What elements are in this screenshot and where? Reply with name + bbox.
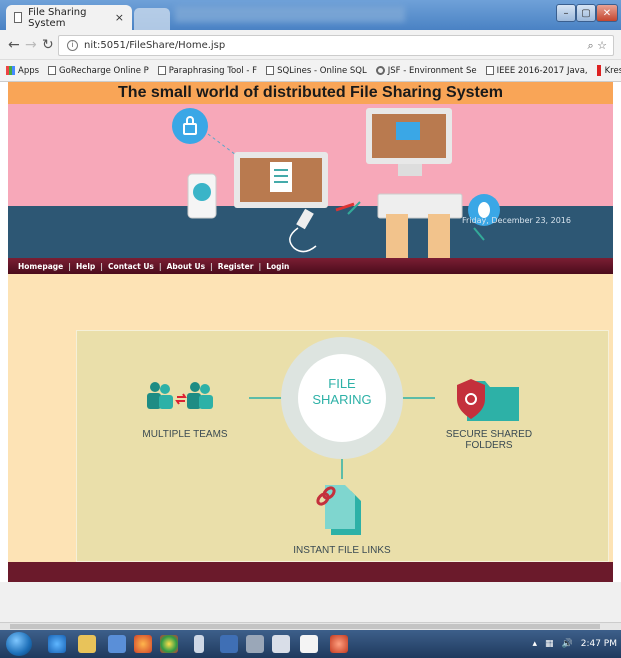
browser-tab[interactable]: File Sharing System ×: [6, 5, 132, 30]
bookmark-paraphrasing[interactable]: Paraphrasing Tool - F: [157, 66, 257, 76]
krest-icon: [596, 65, 601, 76]
page-icon: [157, 66, 166, 75]
horizontal-scrollbar[interactable]: [0, 622, 621, 630]
feature-multiple-teams: MULTIPLE TEAMS: [142, 429, 228, 440]
bookmark-ieee[interactable]: IEEE 2016-2017 Java,: [485, 66, 588, 76]
chrome-icon[interactable]: [160, 635, 178, 653]
bookmarks-bar: Apps GoRecharge Online P Paraphrasing To…: [0, 60, 621, 82]
file-link-icon: [316, 485, 361, 535]
site-nav-menu: Homepage | Help | Contact Us | About Us | Re…: [8, 258, 613, 274]
browser-tab-strip: File Sharing System × – ▢ ✕: [0, 0, 621, 30]
bookmark-sqlines[interactable]: SQLines - Online SQL: [266, 66, 367, 76]
nav-help[interactable]: Help: [76, 262, 95, 271]
windows-taskbar: ▴ ▦ 🔊 2:47 PM: [0, 630, 621, 658]
tray-arrow-icon[interactable]: ▴: [532, 639, 537, 649]
page-icon: [266, 66, 275, 75]
nav-login[interactable]: Login: [266, 262, 289, 271]
jsf-icon: [375, 66, 385, 75]
app-icon-4[interactable]: [272, 635, 290, 653]
app-icon-3[interactable]: [246, 635, 264, 653]
bookmark-gorecharge[interactable]: GoRecharge Online P: [48, 66, 149, 76]
url-field[interactable]: i nit:5051/FileShare/Home.jsp ⌕ ☆: [58, 35, 614, 56]
nav-separator: |: [100, 261, 104, 271]
network-icon[interactable]: ▦: [545, 639, 554, 649]
nav-separator: |: [158, 261, 162, 271]
screen: File Sharing System × – ▢ ✕ ← → ↻ i nit:…: [0, 0, 621, 658]
banner-date: Friday, December 23, 2016: [462, 216, 571, 225]
explorer-icon[interactable]: [78, 635, 96, 653]
nav-separator: |: [68, 261, 71, 271]
bookmark-jsf[interactable]: JSF - Environment Se: [375, 66, 477, 76]
page-icon: [48, 66, 57, 75]
nav-about-us[interactable]: About Us: [167, 262, 205, 271]
scrollbar-thumb[interactable]: [10, 624, 600, 629]
tab-title: File Sharing System: [28, 6, 87, 29]
address-bar-row: ← → ↻ i nit:5051/FileShare/Home.jsp ⌕ ☆: [0, 30, 621, 60]
ie-icon[interactable]: [48, 635, 66, 653]
back-arrow-icon[interactable]: ←: [8, 37, 20, 53]
nav-separator: |: [210, 261, 213, 271]
reload-icon[interactable]: ↻: [42, 37, 54, 53]
browser-blank-area: [0, 582, 621, 622]
forward-arrow-icon[interactable]: →: [25, 37, 37, 53]
system-tray: ▴ ▦ 🔊 2:47 PM: [524, 630, 621, 658]
site-footer: [8, 562, 613, 582]
nav-contact-us[interactable]: Contact Us: [108, 262, 154, 271]
feature-secure-shared-folders: SECURE SHARED FOLDERS: [445, 429, 533, 451]
media-icon[interactable]: [108, 635, 126, 653]
nav-register[interactable]: Register: [218, 262, 254, 271]
banner-illustration: Friday, December 23, 2016: [8, 104, 613, 258]
zoom-and-star-icons[interactable]: ⌕ ☆: [587, 39, 607, 53]
nav-separator: |: [258, 261, 262, 271]
banner-graphics: [172, 108, 500, 258]
app-icon[interactable]: [194, 635, 204, 653]
app-icon-5[interactable]: [330, 635, 348, 653]
feature-instant-file-links: INSTANT FILE LINKS: [293, 545, 391, 556]
close-window-button[interactable]: ✕: [596, 4, 618, 22]
tab-close-icon[interactable]: ×: [115, 11, 124, 24]
bookmark-krest[interactable]: Krest Technology | Fr: [596, 65, 621, 76]
apps-grid-icon: [6, 66, 15, 75]
firefox-icon[interactable]: [134, 635, 152, 653]
info-icon[interactable]: i: [67, 40, 78, 51]
blurred-window-title: [175, 6, 405, 22]
multiple-teams-icon: [147, 382, 213, 409]
bookmark-apps[interactable]: Apps: [6, 66, 39, 76]
site-header-title: The small world of distributed File Shar…: [8, 82, 613, 104]
notepad-icon[interactable]: [300, 635, 318, 653]
page-icon: [14, 12, 23, 23]
app-icon-2[interactable]: [220, 635, 238, 653]
feature-panel: FILE SHARING MULTIPLE TEAMS SECURE SHARE…: [76, 330, 609, 562]
secure-folder-icon: [457, 379, 519, 421]
url-text: nit:5051/FileShare/Home.jsp: [84, 40, 226, 51]
start-button-icon[interactable]: [6, 632, 32, 656]
clock-time[interactable]: 2:47 PM: [581, 639, 617, 649]
new-tab-button[interactable]: [134, 8, 170, 30]
file-sharing-label: FILE SHARING: [312, 376, 372, 407]
volume-icon[interactable]: 🔊: [562, 639, 573, 649]
maximize-button[interactable]: ▢: [576, 4, 596, 22]
page-icon: [485, 66, 494, 75]
nav-homepage[interactable]: Homepage: [18, 262, 63, 271]
minimize-button[interactable]: –: [556, 4, 576, 22]
